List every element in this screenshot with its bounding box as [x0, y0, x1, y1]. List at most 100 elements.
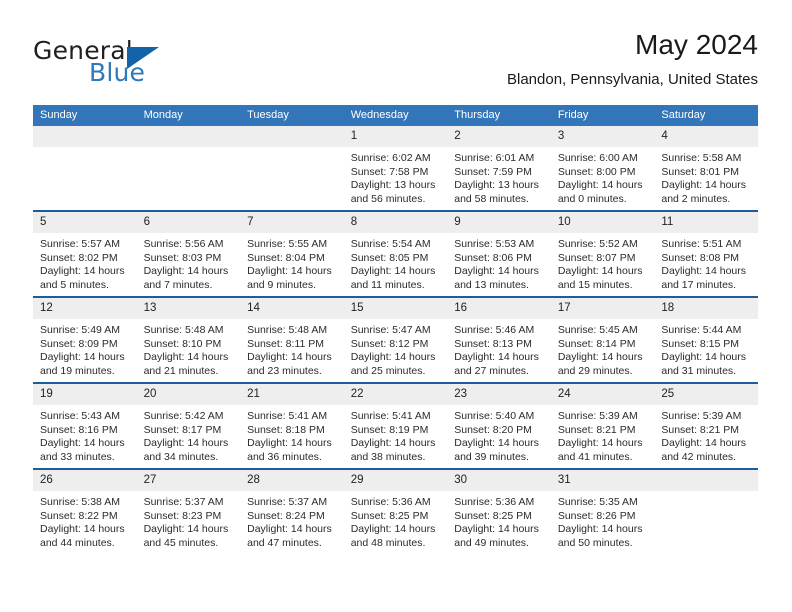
calendar-day-cell[interactable]: 21 Sunrise: 5:41 AM Sunset: 8:18 PM Dayligh… — [240, 382, 344, 469]
sunrise-text: Sunrise: 5:38 AM — [40, 496, 120, 508]
calendar-day-cell[interactable]: 1 Sunrise: 6:02 AM Sunset: 7:58 PM Daylight… — [343, 126, 448, 211]
calendar-day-cell[interactable]: 14 Sunrise: 5:48 AM Sunset: 8:11 PM Dayligh… — [240, 296, 344, 383]
day-number: 29 — [343, 470, 448, 491]
sunset-text: Sunset: 8:20 PM — [454, 423, 532, 436]
day-number: 13 — [136, 298, 241, 319]
daylight-text: Daylight: 14 hours and 49 minutes. — [454, 523, 539, 549]
day-details: Sunrise: 5:48 AM Sunset: 8:10 PM Daylight:… — [137, 319, 241, 378]
column-header-thursday: Thursday — [447, 105, 551, 126]
day-number: 18 — [654, 298, 758, 319]
day-details: Sunrise: 6:00 AM Sunset: 8:00 PM Daylight:… — [551, 147, 655, 206]
calendar-day-cell[interactable]: 19 Sunrise: 5:43 AM Sunset: 8:16 PM Dayligh… — [33, 382, 137, 469]
daylight-text: Daylight: 14 hours and 48 minutes. — [350, 523, 436, 549]
calendar-day-cell[interactable]: 31 Sunrise: 5:35 AM Sunset: 8:26 PM Dayligh… — [550, 468, 655, 554]
calendar-day-cell[interactable]: 16 Sunrise: 5:46 AM Sunset: 8:13 PM Dayligh… — [447, 296, 551, 383]
page-header: General Blue May 2024 Blandon, Pennsylva… — [33, 28, 758, 96]
column-header-sunday: Sunday — [33, 105, 137, 126]
calendar-day-cell[interactable]: 26 Sunrise: 5:38 AM Sunset: 8:22 PM Dayligh… — [33, 468, 137, 554]
calendar-day-cell[interactable]: 13 Sunrise: 5:48 AM Sunset: 8:10 PM Dayligh… — [136, 296, 241, 383]
day-number: 26 — [33, 470, 137, 491]
daylight-text: Daylight: 14 hours and 41 minutes. — [557, 437, 643, 463]
day-details: Sunrise: 5:37 AM Sunset: 8:24 PM Daylight:… — [240, 491, 344, 550]
sunset-text: Sunset: 8:15 PM — [661, 337, 740, 350]
general-blue-logo[interactable]: General Blue — [33, 36, 263, 92]
sunrise-text: Sunrise: 5:44 AM — [661, 324, 742, 336]
sunset-text: Sunset: 8:09 PM — [40, 337, 118, 350]
day-number: 15 — [343, 298, 448, 319]
sunrise-text: Sunrise: 6:01 AM — [454, 152, 535, 164]
sunrise-text: Sunrise: 5:41 AM — [247, 410, 328, 422]
sunrise-text: Sunrise: 5:53 AM — [454, 238, 535, 250]
day-number: 10 — [550, 212, 655, 233]
day-number — [136, 126, 241, 147]
daylight-text: Daylight: 14 hours and 45 minutes. — [143, 523, 229, 549]
calendar-day-cell[interactable]: 18 Sunrise: 5:44 AM Sunset: 8:15 PM Dayligh… — [654, 296, 758, 383]
calendar-day-cell[interactable]: 10 Sunrise: 5:52 AM Sunset: 8:07 PM Dayligh… — [550, 210, 655, 297]
calendar-empty-cell — [136, 126, 241, 211]
calendar-day-cell[interactable]: 5 Sunrise: 5:57 AM Sunset: 8:02 PM Daylight… — [33, 210, 137, 297]
sunset-text: Sunset: 8:23 PM — [143, 509, 222, 522]
sunset-text: Sunset: 8:25 PM — [350, 509, 429, 522]
daylight-text: Daylight: 14 hours and 17 minutes. — [661, 265, 747, 291]
calendar-page: General Blue May 2024 Blandon, Pennsylva… — [0, 0, 792, 612]
sunset-text: Sunset: 8:07 PM — [557, 251, 636, 264]
day-number: 28 — [240, 470, 344, 491]
calendar-week-row: 26 Sunrise: 5:38 AM Sunset: 8:22 PM Dayligh… — [33, 468, 758, 554]
sunrise-text: Sunrise: 5:36 AM — [350, 496, 431, 508]
calendar-day-cell[interactable]: 17 Sunrise: 5:45 AM Sunset: 8:14 PM Dayligh… — [550, 296, 655, 383]
sunset-text: Sunset: 8:24 PM — [247, 509, 325, 522]
page-title: May 2024 — [635, 29, 758, 60]
day-number: 24 — [550, 384, 655, 405]
sunset-text: Sunset: 8:01 PM — [661, 165, 740, 178]
calendar-day-cell[interactable]: 15 Sunrise: 5:47 AM Sunset: 8:12 PM Dayligh… — [343, 296, 448, 383]
sunrise-text: Sunrise: 5:41 AM — [350, 410, 431, 422]
calendar-day-cell[interactable]: 30 Sunrise: 5:36 AM Sunset: 8:25 PM Dayligh… — [447, 468, 551, 554]
calendar-day-cell[interactable]: 25 Sunrise: 5:39 AM Sunset: 8:21 PM Dayligh… — [654, 382, 758, 469]
calendar-day-cell[interactable]: 28 Sunrise: 5:37 AM Sunset: 8:24 PM Dayligh… — [240, 468, 344, 554]
day-number — [33, 126, 137, 147]
calendar-day-cell[interactable]: 8 Sunrise: 5:54 AM Sunset: 8:05 PM Daylight… — [343, 210, 448, 297]
sunset-text: Sunset: 8:18 PM — [247, 423, 325, 436]
calendar-day-cell[interactable]: 24 Sunrise: 5:39 AM Sunset: 8:21 PM Dayligh… — [550, 382, 655, 469]
day-details: Sunrise: 5:46 AM Sunset: 8:13 PM Daylight:… — [447, 319, 551, 378]
sunrise-text: Sunrise: 5:36 AM — [454, 496, 535, 508]
day-details: Sunrise: 5:37 AM Sunset: 8:23 PM Daylight:… — [137, 491, 241, 550]
day-number: 23 — [447, 384, 551, 405]
daylight-text: Daylight: 14 hours and 5 minutes. — [40, 265, 125, 291]
sunrise-text: Sunrise: 5:48 AM — [247, 324, 328, 336]
calendar-day-cell[interactable]: 2 Sunrise: 6:01 AM Sunset: 7:59 PM Daylight… — [447, 126, 551, 211]
calendar-day-cell[interactable]: 27 Sunrise: 5:37 AM Sunset: 8:23 PM Dayligh… — [136, 468, 241, 554]
calendar-day-cell[interactable]: 3 Sunrise: 6:00 AM Sunset: 8:00 PM Daylight… — [550, 126, 655, 211]
day-number: 5 — [33, 212, 137, 233]
calendar-day-cell[interactable]: 4 Sunrise: 5:58 AM Sunset: 8:01 PM Daylight… — [654, 126, 758, 211]
day-details: Sunrise: 5:51 AM Sunset: 8:08 PM Daylight:… — [654, 233, 758, 292]
calendar-day-cell[interactable]: 11 Sunrise: 5:51 AM Sunset: 8:08 PM Dayligh… — [654, 210, 758, 297]
logo-text-blue: Blue — [89, 58, 146, 87]
calendar-day-cell[interactable]: 9 Sunrise: 5:53 AM Sunset: 8:06 PM Daylight… — [447, 210, 551, 297]
page-subtitle: Blandon, Pennsylvania, United States — [507, 71, 758, 88]
day-number: 12 — [33, 298, 137, 319]
sunset-text: Sunset: 8:22 PM — [40, 509, 118, 522]
calendar-day-cell[interactable]: 22 Sunrise: 5:41 AM Sunset: 8:19 PM Dayligh… — [343, 382, 448, 469]
sunrise-text: Sunrise: 5:51 AM — [661, 238, 742, 250]
sunrise-text: Sunrise: 5:40 AM — [454, 410, 535, 422]
calendar-day-cell[interactable]: 20 Sunrise: 5:42 AM Sunset: 8:17 PM Dayligh… — [136, 382, 241, 469]
calendar-day-cell[interactable]: 6 Sunrise: 5:56 AM Sunset: 8:03 PM Daylight… — [136, 210, 241, 297]
calendar-day-cell[interactable]: 12 Sunrise: 5:49 AM Sunset: 8:09 PM Dayligh… — [33, 296, 137, 383]
day-details: Sunrise: 5:53 AM Sunset: 8:06 PM Daylight:… — [447, 233, 551, 292]
calendar-header-row: Sunday Monday Tuesday Wednesday Thursday… — [33, 105, 758, 126]
title-block: May 2024 Blandon, Pennsylvania, United S… — [507, 28, 758, 89]
calendar-day-cell[interactable]: 7 Sunrise: 5:55 AM Sunset: 8:04 PM Daylight… — [240, 210, 344, 297]
day-number: 22 — [343, 384, 448, 405]
sunrise-text: Sunrise: 5:49 AM — [40, 324, 120, 336]
calendar-day-cell[interactable]: 29 Sunrise: 5:36 AM Sunset: 8:25 PM Dayligh… — [343, 468, 448, 554]
sunset-text: Sunset: 8:06 PM — [454, 251, 532, 264]
column-header-friday: Friday — [550, 105, 655, 126]
sunrise-text: Sunrise: 5:42 AM — [143, 410, 224, 422]
sunrise-sunset-calendar: Sunday Monday Tuesday Wednesday Thursday… — [33, 105, 758, 554]
sunrise-text: Sunrise: 6:02 AM — [350, 152, 431, 164]
day-number: 27 — [136, 470, 241, 491]
calendar-day-cell[interactable]: 23 Sunrise: 5:40 AM Sunset: 8:20 PM Dayligh… — [447, 382, 551, 469]
sunset-text: Sunset: 8:16 PM — [40, 423, 118, 436]
day-details: Sunrise: 5:36 AM Sunset: 8:25 PM Daylight:… — [344, 491, 448, 550]
